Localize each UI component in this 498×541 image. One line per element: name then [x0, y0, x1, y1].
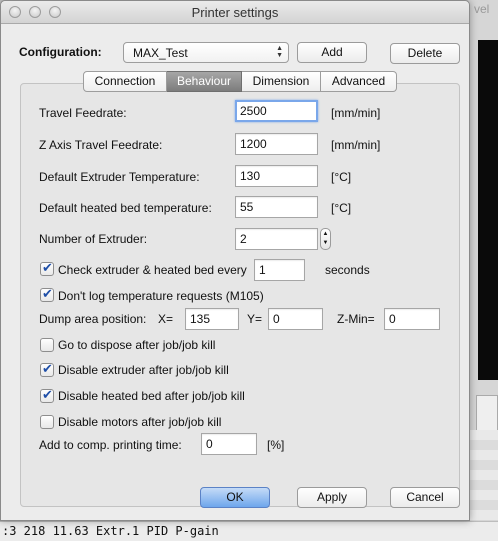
dump-x-label: X=	[158, 312, 174, 326]
dont-log-checkbox[interactable]	[40, 286, 54, 302]
dump-x-input[interactable]: 135	[185, 308, 239, 330]
disable-motors-label: Disable motors after job/job kill	[58, 415, 222, 429]
tab-connection[interactable]: Connection	[83, 71, 167, 92]
comp-printing-time-label: Add to comp. printing time:	[39, 438, 182, 452]
comp-printing-time-unit: [%]	[267, 438, 285, 452]
check-interval-unit: seconds	[325, 263, 370, 277]
configuration-select[interactable]: MAX_Test ▲ ▼	[123, 42, 289, 63]
delete-button[interactable]: Delete	[390, 43, 460, 64]
z-axis-feedrate-label: Z Axis Travel Feedrate:	[39, 138, 163, 152]
number-of-extruder-stepper[interactable]: ▲ ▼	[320, 228, 331, 250]
extruder-temperature-input[interactable]: 130	[235, 165, 318, 187]
number-of-extruder-label: Number of Extruder:	[39, 232, 148, 246]
titlebar: Printer settings	[1, 1, 469, 24]
bed-temperature-input[interactable]: 55	[235, 196, 318, 218]
number-of-extruder-input[interactable]: 2	[235, 228, 318, 250]
tab-dimension[interactable]: Dimension	[242, 71, 321, 92]
dispose-after-job-label: Go to dispose after job/job kill	[58, 338, 216, 352]
tab-bar: Connection Behaviour Dimension Advanced	[83, 71, 397, 92]
ok-button[interactable]: OK	[200, 487, 270, 508]
disable-motors-checkbox[interactable]	[40, 415, 54, 429]
disable-heated-bed-label: Disable heated bed after job/job kill	[58, 389, 245, 403]
z-axis-feedrate-input[interactable]: 1200	[235, 133, 318, 155]
background-pane	[476, 395, 498, 435]
background-black-panel	[478, 40, 498, 380]
check-extruder-label: Check extruder & heated bed every	[58, 263, 247, 277]
background-log-lines	[470, 430, 498, 520]
disable-extruder-checkbox[interactable]	[40, 361, 54, 377]
background-window-text: vel	[474, 2, 490, 16]
window-title: Printer settings	[191, 5, 279, 20]
printer-settings-dialog: Printer settings Configuration: MAX_Test…	[0, 0, 470, 521]
check-extruder-checkbox[interactable]	[40, 260, 54, 276]
dump-zmin-label: Z-Min=	[337, 312, 375, 326]
dont-log-label: Don't log temperature requests (M105)	[58, 289, 264, 303]
tab-advanced[interactable]: Advanced	[321, 71, 397, 92]
comp-printing-time-input[interactable]: 0	[201, 433, 257, 455]
updown-arrows-icon: ▲ ▼	[276, 45, 283, 59]
configuration-select-value: MAX_Test	[133, 46, 188, 60]
disable-extruder-label: Disable extruder after job/job kill	[58, 363, 229, 377]
extruder-temperature-label: Default Extruder Temperature:	[39, 170, 200, 184]
disable-heated-bed-checkbox[interactable]	[40, 387, 54, 403]
background-console-line: :3 218 11.63 Extr.1 PID P-gain	[0, 521, 498, 541]
add-button[interactable]: Add	[297, 42, 367, 63]
check-interval-input[interactable]: 1	[254, 259, 305, 281]
cancel-button[interactable]: Cancel	[390, 487, 460, 508]
extruder-temperature-unit: [°C]	[331, 170, 352, 184]
apply-button[interactable]: Apply	[297, 487, 367, 508]
dump-y-input[interactable]: 0	[268, 308, 323, 330]
dump-zmin-input[interactable]: 0	[384, 308, 440, 330]
bed-temperature-unit: [°C]	[331, 201, 352, 215]
dump-area-label: Dump area position:	[39, 312, 147, 326]
z-axis-feedrate-unit: [mm/min]	[331, 138, 381, 152]
configuration-label: Configuration:	[19, 45, 102, 59]
travel-feedrate-input[interactable]: 2500	[235, 100, 318, 122]
tab-behaviour[interactable]: Behaviour	[167, 71, 242, 92]
dispose-after-job-checkbox[interactable]	[40, 338, 54, 352]
travel-feedrate-label: Travel Feedrate:	[39, 106, 127, 120]
travel-feedrate-unit: [mm/min]	[331, 106, 381, 120]
dump-y-label: Y=	[247, 312, 263, 326]
bed-temperature-label: Default heated bed temperature:	[39, 201, 212, 215]
